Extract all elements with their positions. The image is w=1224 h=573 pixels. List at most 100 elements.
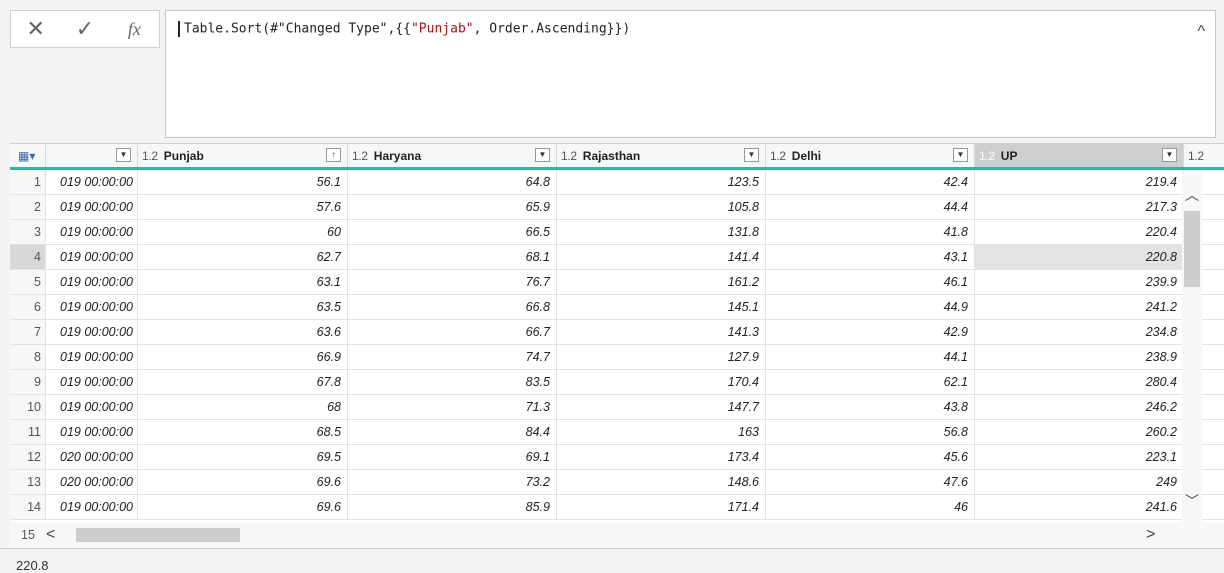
collapse-formula-icon[interactable]: ^ xyxy=(1197,23,1205,41)
date-cell[interactable]: 019 00:00:00 xyxy=(46,245,138,269)
rajasthan-cell[interactable]: 127.9 xyxy=(557,345,766,369)
commit-icon[interactable]: ✓ xyxy=(67,16,103,42)
haryana-cell[interactable]: 74.7 xyxy=(348,345,557,369)
table-row[interactable]: 3 019 00:00:00 60 66.5 131.8 41.8 220.4 xyxy=(10,220,1224,245)
date-cell[interactable]: 019 00:00:00 xyxy=(46,495,138,519)
scroll-right-icon[interactable]: > xyxy=(1146,526,1155,544)
punjab-cell[interactable]: 60 xyxy=(138,220,348,244)
up-cell[interactable]: 246.2 xyxy=(975,395,1184,419)
scroll-up-icon[interactable]: ︿ xyxy=(1185,185,1199,205)
filter-dropdown-icon[interactable]: ▼ xyxy=(535,148,550,162)
up-cell[interactable]: 260.2 xyxy=(975,420,1184,444)
haryana-cell[interactable]: 66.8 xyxy=(348,295,557,319)
column-header-delhi[interactable]: 1.2 Delhi ▼ xyxy=(766,144,975,167)
row-index[interactable]: 5 xyxy=(10,270,46,294)
date-cell[interactable]: 020 00:00:00 xyxy=(46,445,138,469)
row-index[interactable]: 1 xyxy=(10,170,46,194)
vertical-scrollbar[interactable]: ︿ ﹀ xyxy=(1182,173,1202,523)
date-cell[interactable]: 019 00:00:00 xyxy=(46,270,138,294)
formula-text[interactable]: Table.Sort(#"Changed Type",{{"Punjab", O… xyxy=(178,21,630,37)
column-header-haryana[interactable]: 1.2 Haryana ▼ xyxy=(348,144,557,167)
filter-dropdown-icon[interactable]: ▼ xyxy=(744,148,759,162)
haryana-cell[interactable]: 76.7 xyxy=(348,270,557,294)
haryana-cell[interactable]: 66.7 xyxy=(348,320,557,344)
table-menu-button[interactable]: ▦▾ xyxy=(10,144,46,167)
table-row[interactable]: 9 019 00:00:00 67.8 83.5 170.4 62.1 280.4 xyxy=(10,370,1224,395)
punjab-cell[interactable]: 63.5 xyxy=(138,295,348,319)
rajasthan-cell[interactable]: 131.8 xyxy=(557,220,766,244)
rajasthan-cell[interactable]: 161.2 xyxy=(557,270,766,294)
row-index[interactable]: 6 xyxy=(10,295,46,319)
cancel-icon[interactable]: ✕ xyxy=(18,16,54,42)
table-row[interactable]: 7 019 00:00:00 63.6 66.7 141.3 42.9 234.8 xyxy=(10,320,1224,345)
delhi-cell[interactable]: 45.6 xyxy=(766,445,975,469)
column-header-punjab[interactable]: 1.2 Punjab ↑ xyxy=(138,144,348,167)
date-cell[interactable]: 019 00:00:00 xyxy=(46,170,138,194)
row-index[interactable]: 11 xyxy=(10,420,46,444)
row-index[interactable]: 2 xyxy=(10,195,46,219)
rajasthan-cell[interactable]: 173.4 xyxy=(557,445,766,469)
row-index[interactable]: 12 xyxy=(10,445,46,469)
column-header-up[interactable]: 1.2 UP ▼ xyxy=(975,144,1184,167)
table-row[interactable]: 1 019 00:00:00 56.1 64.8 123.5 42.4 219.4 xyxy=(10,170,1224,195)
delhi-cell[interactable]: 41.8 xyxy=(766,220,975,244)
punjab-cell[interactable]: 68.5 xyxy=(138,420,348,444)
row-index[interactable]: 8 xyxy=(10,345,46,369)
date-cell[interactable]: 019 00:00:00 xyxy=(46,370,138,394)
haryana-cell[interactable]: 84.4 xyxy=(348,420,557,444)
vertical-scroll-thumb[interactable] xyxy=(1184,211,1200,287)
date-cell[interactable]: 019 00:00:00 xyxy=(46,320,138,344)
rajasthan-cell[interactable]: 147.7 xyxy=(557,395,766,419)
table-row[interactable]: 8 019 00:00:00 66.9 74.7 127.9 44.1 238.9 xyxy=(10,345,1224,370)
date-cell[interactable]: 020 00:00:00 xyxy=(46,470,138,494)
up-cell[interactable]: 249 xyxy=(975,470,1184,494)
rajasthan-cell[interactable]: 148.6 xyxy=(557,470,766,494)
delhi-cell[interactable]: 47.6 xyxy=(766,470,975,494)
row-index[interactable]: 4 xyxy=(10,245,46,269)
up-cell[interactable]: 238.9 xyxy=(975,345,1184,369)
rajasthan-cell[interactable]: 141.4 xyxy=(557,245,766,269)
up-cell[interactable]: 217.3 xyxy=(975,195,1184,219)
rajasthan-cell[interactable]: 145.1 xyxy=(557,295,766,319)
formula-input[interactable]: Table.Sort(#"Changed Type",{{"Punjab", O… xyxy=(165,10,1216,138)
punjab-cell[interactable]: 66.9 xyxy=(138,345,348,369)
date-cell[interactable]: 019 00:00:00 xyxy=(46,420,138,444)
delhi-cell[interactable]: 46.1 xyxy=(766,270,975,294)
rajasthan-cell[interactable]: 163 xyxy=(557,420,766,444)
table-row[interactable]: 14 019 00:00:00 69.6 85.9 171.4 46 241.6 xyxy=(10,495,1224,520)
column-header-rajasthan[interactable]: 1.2 Rajasthan ▼ xyxy=(557,144,766,167)
table-row[interactable]: 6 019 00:00:00 63.5 66.8 145.1 44.9 241.2 xyxy=(10,295,1224,320)
row-index[interactable]: 9 xyxy=(10,370,46,394)
delhi-cell[interactable]: 56.8 xyxy=(766,420,975,444)
filter-dropdown-icon[interactable]: ▼ xyxy=(116,148,131,162)
haryana-cell[interactable]: 65.9 xyxy=(348,195,557,219)
date-cell[interactable]: 019 00:00:00 xyxy=(46,395,138,419)
column-header-date[interactable]: ▼ xyxy=(46,144,138,167)
table-row[interactable]: 2 019 00:00:00 57.6 65.9 105.8 44.4 217.3 xyxy=(10,195,1224,220)
delhi-cell[interactable]: 44.1 xyxy=(766,345,975,369)
haryana-cell[interactable]: 73.2 xyxy=(348,470,557,494)
fx-icon[interactable]: fx xyxy=(116,19,152,40)
delhi-cell[interactable]: 62.1 xyxy=(766,370,975,394)
delhi-cell[interactable]: 44.4 xyxy=(766,195,975,219)
table-row[interactable]: 5 019 00:00:00 63.1 76.7 161.2 46.1 239.9 xyxy=(10,270,1224,295)
row-index[interactable]: 10 xyxy=(10,395,46,419)
date-cell[interactable]: 019 00:00:00 xyxy=(46,220,138,244)
punjab-cell[interactable]: 69.6 xyxy=(138,470,348,494)
row-index[interactable]: 14 xyxy=(10,495,46,519)
punjab-cell[interactable]: 62.7 xyxy=(138,245,348,269)
table-row[interactable]: 10 019 00:00:00 68 71.3 147.7 43.8 246.2 xyxy=(10,395,1224,420)
filter-dropdown-icon[interactable]: ▼ xyxy=(1162,148,1177,162)
table-row[interactable]: 11 019 00:00:00 68.5 84.4 163 56.8 260.2 xyxy=(10,420,1224,445)
delhi-cell[interactable]: 46 xyxy=(766,495,975,519)
rajasthan-cell[interactable]: 105.8 xyxy=(557,195,766,219)
row-index[interactable]: 13 xyxy=(10,470,46,494)
up-cell[interactable]: 219.4 xyxy=(975,170,1184,194)
up-cell[interactable]: 241.2 xyxy=(975,295,1184,319)
row-index[interactable]: 3 xyxy=(10,220,46,244)
column-header-next[interactable]: 1.2 xyxy=(1184,144,1224,167)
sort-ascending-icon[interactable]: ↑ xyxy=(326,148,341,162)
scroll-down-icon[interactable]: ﹀ xyxy=(1185,491,1199,511)
rajasthan-cell[interactable]: 123.5 xyxy=(557,170,766,194)
table-row[interactable]: 13 020 00:00:00 69.6 73.2 148.6 47.6 249 xyxy=(10,470,1224,495)
